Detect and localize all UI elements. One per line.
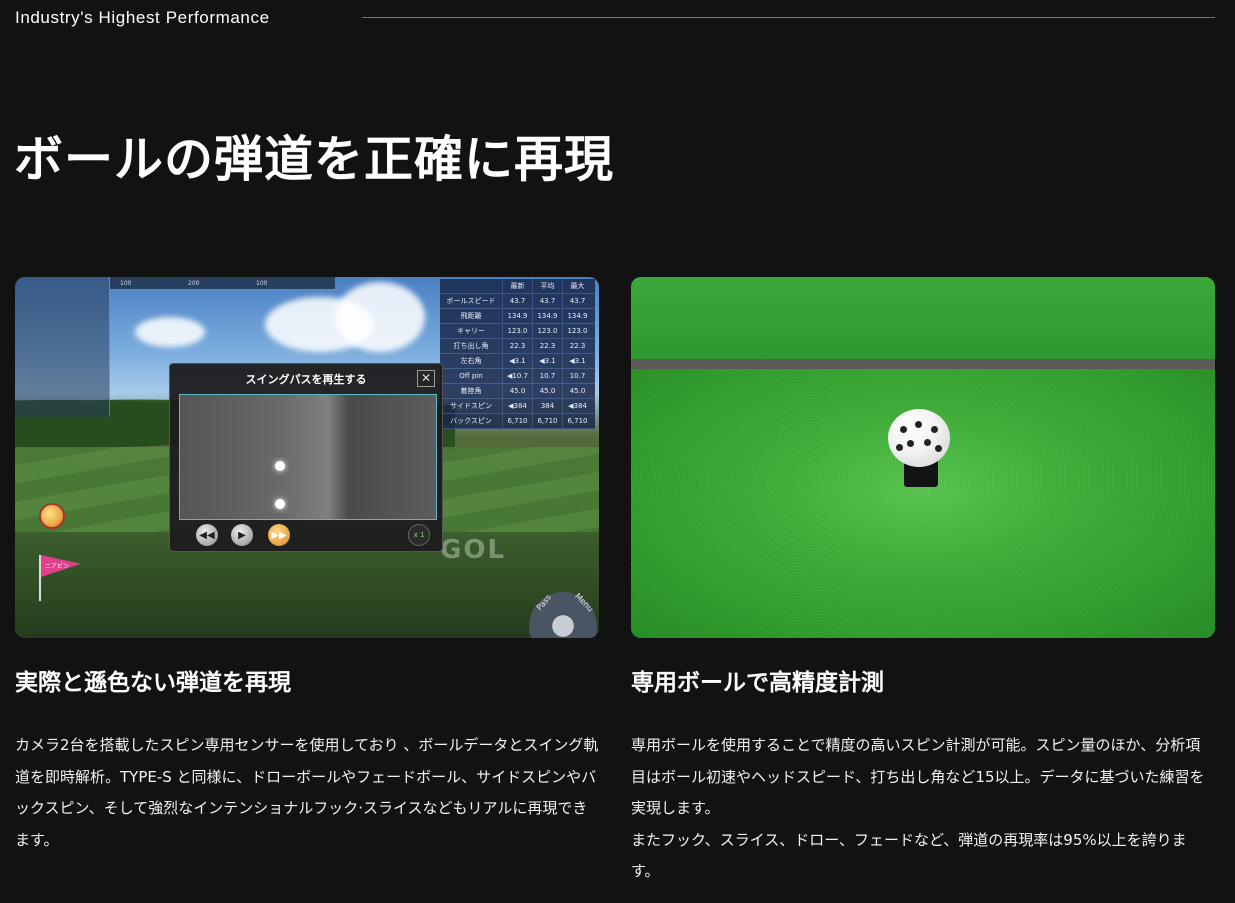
simulator-screenshot: 100 200 100 GOL 最新 平均 最大 ボールスピード 43.7 43.7…	[15, 277, 599, 638]
page-title: ボールの弾道を正確に再現	[14, 131, 615, 188]
stats-cell: 134.9	[562, 309, 592, 323]
card-body-line: またフック、スライス、ドロー、フェードなど、弾道の再現率は95%以上を誇ります。	[631, 830, 1187, 881]
stats-row: バックスピン 6,710 6,710 6,710	[440, 414, 595, 429]
close-icon[interactable]: ✕	[417, 370, 435, 387]
stats-cell: ◀3.1	[532, 354, 562, 368]
card-title: 専用ボールで高精度計測	[631, 670, 884, 696]
stats-label: 打ち出し角	[453, 342, 489, 350]
stats-header: 平均	[532, 279, 562, 293]
card-body: 専用ボールを使用することで精度の高いスピン計測が可能。スピン量のほか、分析項目は…	[631, 730, 1215, 888]
stats-label: 左右角	[460, 357, 482, 365]
stats-cell: 45.0	[502, 384, 532, 398]
stats-row: キャリー 123.0 123.0 123.0	[440, 324, 595, 339]
golf-ball-photo	[631, 277, 1215, 638]
stats-cell: 43.7	[562, 294, 592, 308]
ruler-tick: 100	[120, 280, 132, 287]
stats-label: 着陸角	[460, 387, 482, 395]
stats-cell: 10.7	[532, 369, 562, 383]
stats-header: 最新	[502, 279, 532, 293]
course-minimap	[15, 277, 110, 417]
stats-cell: 45.0	[562, 384, 592, 398]
stats-header: 最大	[562, 279, 592, 293]
stats-row: 着陸角 45.0 45.0 45.0	[440, 384, 595, 399]
card-body-line: 専用ボールを使用することで精度の高いスピン計測が可能。スピン量のほか、分析項目は…	[631, 736, 1205, 817]
golf-ball	[888, 409, 950, 467]
stats-cell: 10.7	[562, 369, 592, 383]
play-icon[interactable]: ▶	[231, 524, 253, 546]
stats-cell: 123.0	[502, 324, 532, 338]
stats-label: キャリー	[457, 327, 485, 335]
section-eyebrow: Industry's Highest Performance	[15, 8, 270, 27]
card-title: 実際と遜色ない弾道を再現	[15, 670, 291, 696]
ruler-tick: 100	[256, 280, 268, 287]
menu-dial[interactable]: Pass Menu	[529, 592, 597, 638]
playback-speed-button[interactable]: x 1	[408, 524, 430, 546]
stats-cell: ◀384	[562, 399, 592, 413]
camera-feed	[179, 394, 437, 520]
flag-pole	[39, 555, 41, 601]
stats-cell: 6,710	[562, 414, 592, 428]
stats-cell: ◀384	[502, 399, 532, 413]
shot-stats-table: 最新 平均 最大 ボールスピード 43.7 43.7 43.7 飛距離 134.9 134…	[440, 279, 595, 429]
feature-card-trajectory: 100 200 100 GOL 最新 平均 最大 ボールスピード 43.7 43.7…	[15, 277, 599, 856]
stats-row: サイドスピン ◀384 384 ◀384	[440, 399, 595, 414]
stats-cell: 43.7	[532, 294, 562, 308]
stats-cell: 384	[532, 399, 562, 413]
course-watermark: GOL	[440, 535, 507, 565]
stats-cell: 134.9	[532, 309, 562, 323]
stats-cell: 43.7	[502, 294, 532, 308]
stats-cell: 6,710	[532, 414, 562, 428]
stats-cell: 22.3	[532, 339, 562, 353]
stats-row: Off pin ◀10.7 10.7 10.7	[440, 369, 595, 384]
stats-cell: ◀3.1	[502, 354, 532, 368]
achievement-icon	[39, 503, 65, 529]
stats-label: Off pin	[459, 372, 483, 380]
stats-cell: ◀10.7	[502, 369, 532, 383]
stats-cell: 45.0	[532, 384, 562, 398]
stats-row: 飛距離 134.9 134.9 134.9	[440, 309, 595, 324]
stats-cell: ◀3.1	[562, 354, 592, 368]
card-body: カメラ2台を搭載したスピン専用センサーを使用しており 、ボールデータとスイング軌…	[15, 736, 599, 849]
dialog-title: スイングパスを再生する	[245, 373, 367, 386]
ruler-tick: 200	[188, 280, 200, 287]
section-header: Industry's Highest Performance	[15, 6, 1215, 30]
stats-row: 左右角 ◀3.1 ◀3.1 ◀3.1	[440, 354, 595, 369]
stats-label: ボールスピード	[446, 297, 496, 305]
stats-cell: 134.9	[502, 309, 532, 323]
header-divider	[362, 17, 1215, 18]
stats-cell: 22.3	[502, 339, 532, 353]
feature-card-ball: 専用ボールで高精度計測 専用ボールを使用することで精度の高いスピン計測が可能。ス…	[631, 277, 1215, 888]
stats-row: 打ち出し角 22.3 22.3 22.3	[440, 339, 595, 354]
stats-label: バックスピン	[450, 417, 492, 425]
rewind-icon[interactable]: ◀◀	[196, 524, 218, 546]
stats-row: ボールスピード 43.7 43.7 43.7	[440, 294, 595, 309]
stats-cell: 22.3	[562, 339, 592, 353]
swing-path-dialog: スイングパスを再生する ✕ ◀◀ ▶ ▶▶ x 1	[169, 363, 443, 552]
stats-header-row: 最新 平均 最大	[440, 279, 595, 294]
stats-label: 飛距離	[460, 312, 482, 320]
fast-forward-icon[interactable]: ▶▶	[268, 524, 290, 546]
stats-cell: 123.0	[532, 324, 562, 338]
stats-cell: 123.0	[562, 324, 592, 338]
distance-ruler: 100 200 100	[110, 277, 335, 289]
stats-cell: 6,710	[502, 414, 532, 428]
stats-label: サイドスピン	[450, 402, 492, 410]
